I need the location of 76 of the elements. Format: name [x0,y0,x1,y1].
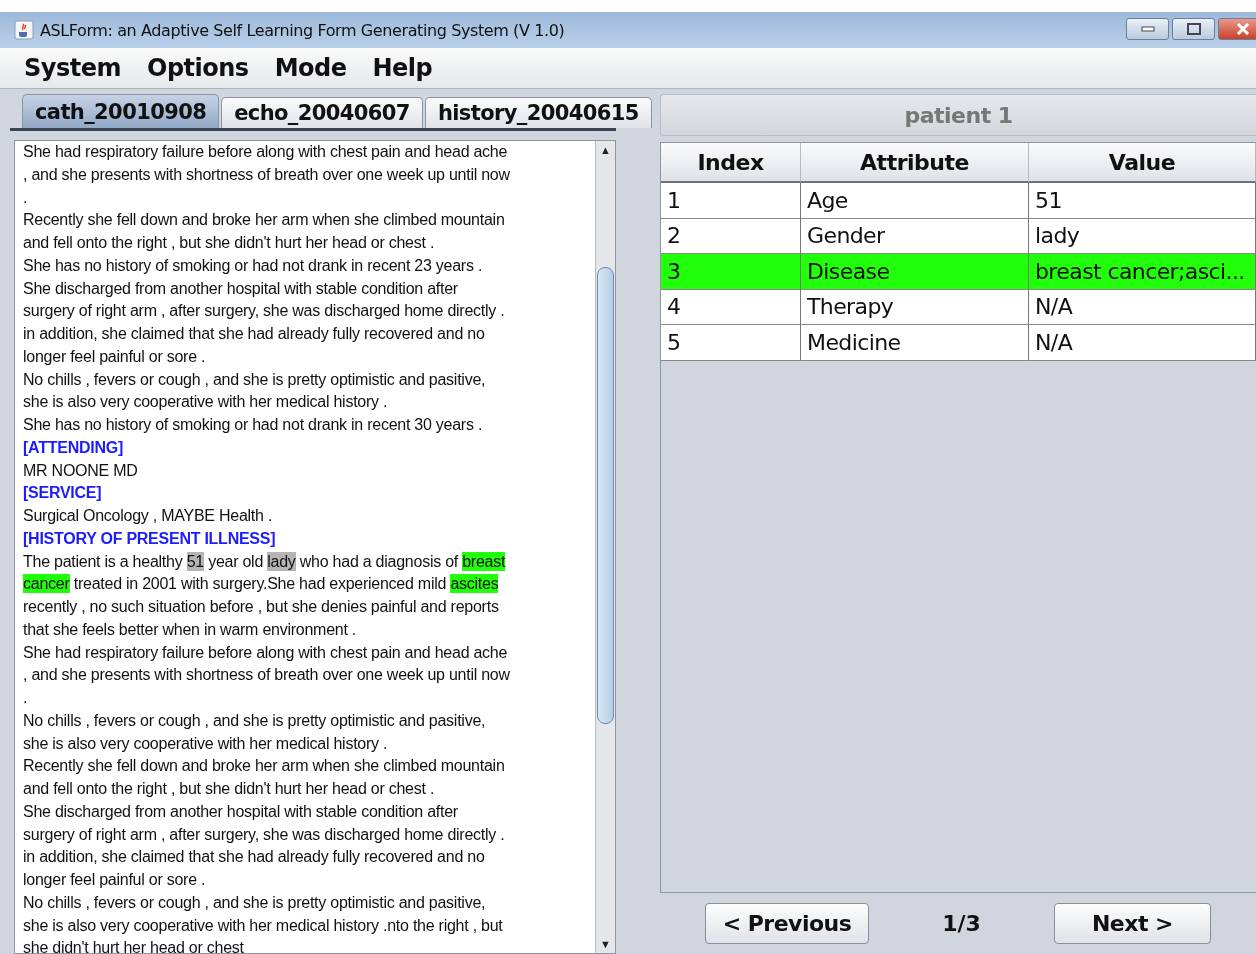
minimize-icon [1140,26,1155,32]
tab[interactable]: echo_20040607 [221,97,423,128]
text-line: Surgical Oncology , MAYBE Health . [23,506,274,526]
menu-item[interactable]: Mode [274,54,347,82]
page-indicator: 1/3 [941,911,982,936]
text-line: . [23,187,29,208]
table-cell[interactable]: 2 [661,218,801,254]
window-title: ASLForm: an Adaptive Self Learning Form Generating System (V 1.0) [40,20,566,40]
text-line: surgery of right arm , after surgery, she was discharged home directly . [23,824,506,845]
text-line: she is also very cooperative with her medical history . [23,392,389,413]
tab[interactable]: history_20040615 [424,97,652,128]
text-line: in addition, she claimed that she had already fully recovered and no [23,847,486,868]
column-header[interactable]: Index [661,143,801,183]
table-cell[interactable]: 4 [661,289,801,325]
table-cell[interactable]: breast cancer;asci... [1029,254,1256,290]
table-cell[interactable]: 5 [661,325,801,361]
text-line: , and she presents with shortness of breath over one week up until now [23,164,511,185]
text-line: she is also very cooperative with her medical history .nto the right , but [23,915,504,936]
text-line: longer feel painful or sore . [23,870,207,890]
text-line: she is also very cooperative with her medical history . [23,733,389,754]
table-cell[interactable]: 1 [661,183,801,219]
table-cell[interactable]: 3 [661,254,801,290]
text-line: She discharged from another hospital with stable condition after [23,801,459,822]
patient-title: patient 1 [660,94,1256,136]
close-button[interactable] [1218,18,1256,40]
menu-item[interactable]: Help [372,54,433,82]
scroll-down-button[interactable]: ▼ [600,935,611,953]
text-line: she didn't hurt her head or chest [23,938,245,953]
tab[interactable]: cath_20010908 [22,94,220,128]
text-line: cancer treated in 2001 with surgery.She had experienced mild ascites [23,573,500,596]
text-line: She has no history of smoking or had not drank in recent 23 years . [23,255,484,276]
maximize-button[interactable] [1172,18,1215,40]
close-icon [1236,23,1250,35]
table-cell[interactable]: Disease [801,254,1029,290]
text-line: and fell onto the right , but she didn't hurt her head or chest . [23,779,436,799]
java-cup-icon [14,20,34,40]
previous-button[interactable]: < Previous [705,903,869,944]
next-button[interactable]: Next > [1054,903,1211,944]
minimize-button[interactable] [1126,18,1169,40]
text-line: in addition, she claimed that she had already fully recovered and no [23,324,486,344]
scroll-thumb[interactable] [597,267,614,724]
table-cell[interactable]: 51 [1029,183,1256,219]
text-line: longer feel painful or sore . [23,346,207,367]
text-line: Recently she fell down and broke her arm when she climbed mountain [23,756,506,777]
menu-item[interactable]: System [24,54,121,82]
text-line: She discharged from another hospital with stable condition after [23,278,459,299]
section-heading: [ATTENDING] [23,437,125,458]
table-cell[interactable]: Age [801,183,1029,219]
maximize-icon [1186,23,1201,35]
text-line: that she feels better when in warm environment . [23,619,358,640]
text-line: She has no history of smoking or had not drank in recent 30 years . [23,415,484,435]
text-line: surgery of right arm , after surgery, she was discharged home directly . [23,301,506,322]
table-cell[interactable]: N/A [1029,325,1256,361]
menu-item[interactable]: Options [147,54,249,82]
table-cell[interactable]: Therapy [801,289,1029,325]
text-line: She had respiratory failure before along with chest pain and head ache [23,642,509,663]
text-line: She had respiratory failure before along with chest pain and head ache [23,142,509,162]
table-cell[interactable]: N/A [1029,289,1256,325]
table-cell[interactable]: lady [1029,218,1256,254]
column-header[interactable]: Value [1029,143,1256,183]
text-line: and fell onto the right , but she didn't hurt her head or chest . [23,233,436,253]
table-cell[interactable]: Medicine [801,325,1029,361]
scroll-up-button[interactable]: ▲ [600,141,611,159]
text-line: MR NOONE MD [23,460,139,481]
section-heading: [HISTORY OF PRESENT ILLNESS] [23,528,277,549]
text-line: No chills , fevers or cough , and she is pretty optimistic and pasitive, [23,710,487,731]
text-line: No chills , fevers or cough , and she is pretty optimistic and pasitive, [23,892,487,913]
text-line: , and she presents with shortness of breath over one week up until now [23,665,511,686]
table-cell[interactable]: Gender [801,218,1029,254]
text-line: Recently she fell down and broke her arm when she climbed mountain [23,210,506,231]
text-line: . [23,688,29,708]
text-line: No chills , fevers or cough , and she is pretty optimistic and pasitive, [23,369,487,390]
scrollbar[interactable]: ▲ ▼ [595,141,615,953]
section-heading: [SERVICE] [23,483,103,504]
column-header[interactable]: Attribute [801,143,1029,183]
text-line: recently , no such situation before , but she denies painful and reports [23,597,500,617]
